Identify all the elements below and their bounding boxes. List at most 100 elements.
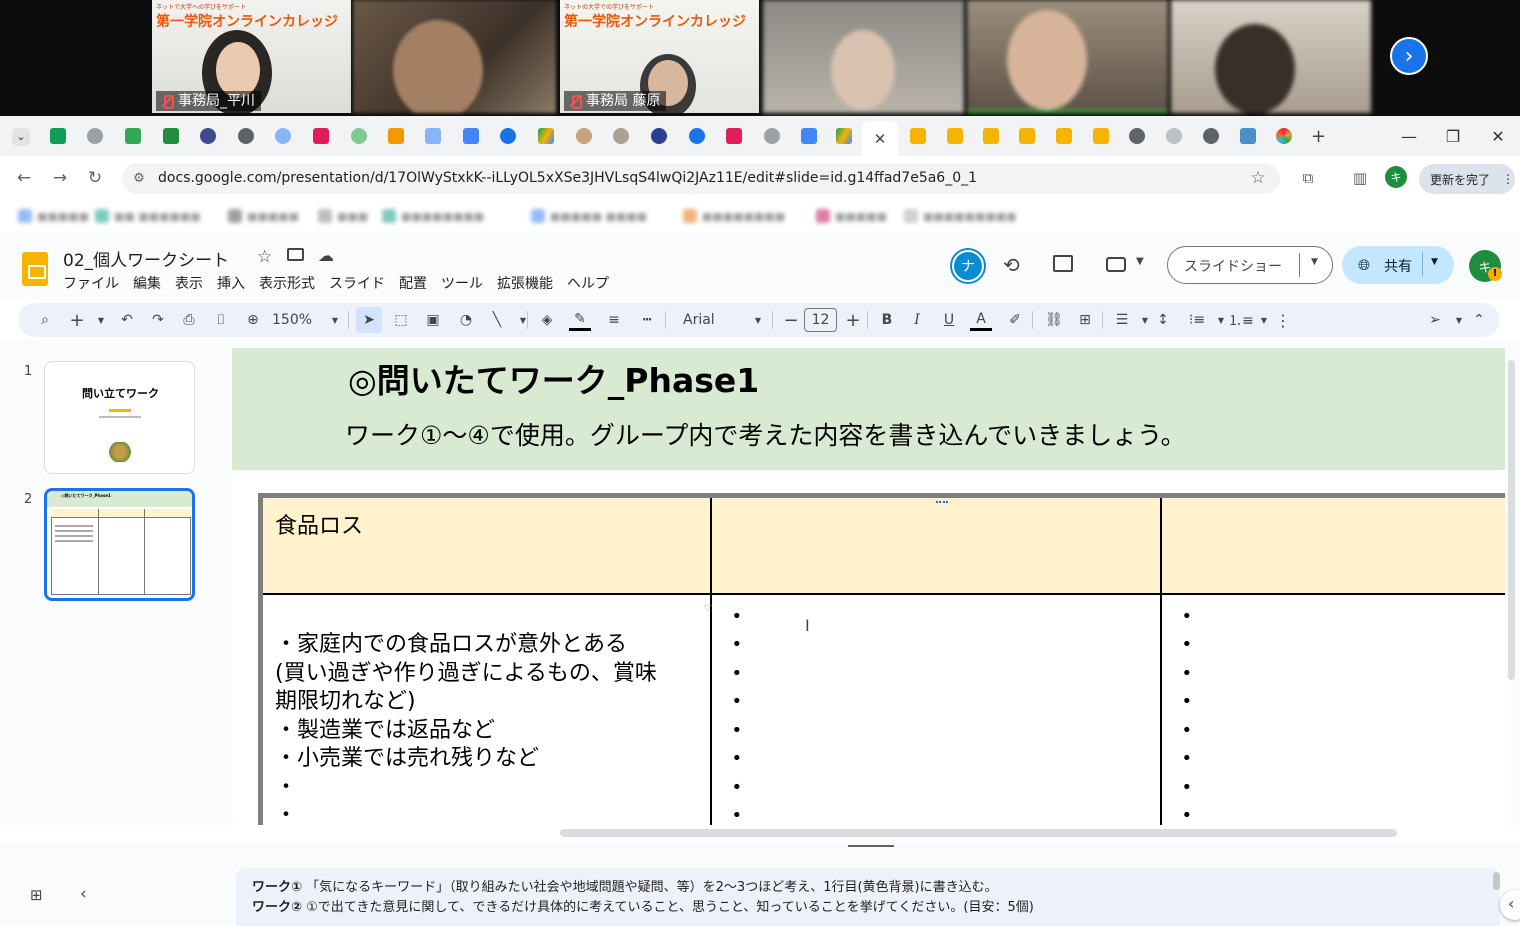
pen-mode-icon[interactable]: ➢ — [1424, 309, 1446, 331]
caret-down-icon[interactable]: ▼ — [512, 309, 534, 331]
border-color-icon[interactable]: ✎ — [569, 309, 591, 331]
slides-tab-icon[interactable] — [910, 128, 926, 144]
bookmark-item[interactable]: ■■■■■■■■■ — [904, 208, 1017, 224]
collapse-menus-icon[interactable]: ⌃ — [1468, 309, 1490, 331]
select-cursor-icon[interactable]: ➤ — [356, 307, 382, 333]
slide-canvas[interactable]: ◎問いたてワーク_Phase1 ワーク①〜④で使用。グループ内で考えた内容を書き… — [232, 340, 1520, 825]
bookmark-item[interactable]: ■■■■■ — [228, 208, 299, 224]
mail-tab-icon[interactable] — [163, 128, 179, 144]
sdgs-club-tab-icon[interactable] — [1240, 128, 1256, 144]
video-tile-participant-5[interactable] — [967, 0, 1168, 113]
increase-font-size-icon[interactable]: + — [842, 309, 864, 331]
slides-tab-icon[interactable] — [1019, 128, 1035, 144]
slides-tab-icon[interactable] — [983, 128, 999, 144]
active-tab-close-icon[interactable]: ✕ — [862, 121, 898, 156]
site-tab-icon[interactable] — [351, 128, 367, 144]
profile-avatar[interactable]: キ — [1385, 166, 1407, 188]
slide-title[interactable]: ◎問いたてワーク_Phase1 — [348, 354, 759, 402]
notes-scrollbar[interactable] — [1493, 872, 1500, 890]
new-tab-button[interactable]: + — [1311, 126, 1327, 147]
chrome-tab-icon[interactable] — [1203, 128, 1219, 144]
bookmark-item[interactable]: ■■■■■ ■■■■ — [531, 208, 647, 224]
slide-thumbnail-1[interactable]: 問い立てワーク — [44, 361, 195, 474]
menu-slide[interactable]: スライド — [329, 273, 385, 293]
more-options-icon[interactable]: ⋮ — [1272, 309, 1294, 331]
menu-edit[interactable]: 編集 — [133, 273, 161, 293]
restore-icon[interactable]: ❐ — [1438, 122, 1468, 150]
move-folder-icon[interactable] — [287, 248, 304, 261]
site-tab-icon[interactable] — [87, 128, 103, 144]
bookmark-item[interactable]: ■■■■■ — [816, 208, 887, 224]
print-icon[interactable]: ⎙ — [178, 309, 200, 331]
new-slide-icon[interactable]: + — [66, 309, 88, 331]
border-weight-icon[interactable]: ≡ — [603, 309, 625, 331]
extensions-icon[interactable]: ⧉ — [1296, 166, 1320, 190]
side-panel-icon[interactable]: ▥ — [1348, 166, 1372, 190]
share-button[interactable]: 🌐︎ 共有 ▼ — [1342, 246, 1454, 284]
italic-button[interactable]: I — [906, 309, 928, 331]
numbered-list-icon[interactable]: ⒈≡ — [1228, 309, 1254, 331]
site-info-icon[interactable]: ⚙ — [127, 166, 151, 190]
line-icon[interactable]: ╲ — [486, 309, 508, 331]
bookmark-item[interactable]: ■■■■■■■■ — [683, 208, 785, 224]
table-header-cell-keyword[interactable]: 食品ロス — [259, 494, 712, 595]
update-browser-button[interactable]: 更新を完了 ⋮ — [1419, 164, 1515, 194]
slide-2[interactable]: ◎問いたてワーク_Phase1 ワーク①〜④で使用。グループ内で考えた内容を書き… — [232, 348, 1505, 825]
bookmark-item[interactable]: ■■ ■■■■■■ — [95, 208, 201, 224]
underline-button[interactable]: U — [938, 309, 960, 331]
insert-link-icon[interactable]: ⛓ — [1043, 309, 1065, 331]
decrease-font-size-icon[interactable]: − — [780, 309, 802, 331]
sheets-tab-icon[interactable] — [50, 128, 66, 144]
text-box-icon[interactable]: ⬚ — [390, 309, 412, 331]
document-title[interactable]: 02_個人ワークシート — [63, 246, 229, 271]
fill-color-icon[interactable]: ◈ — [536, 309, 558, 331]
site-tab-icon[interactable] — [388, 128, 404, 144]
video-tile-hirakawa[interactable]: ネットで大学への学びをサポート 第一学院オンラインカレッジ 事務局_平川 — [152, 0, 351, 113]
slack-tab-icon[interactable] — [726, 128, 742, 144]
slides-tab-icon[interactable] — [947, 128, 963, 144]
image-icon[interactable]: ▣ — [422, 309, 444, 331]
menu-help[interactable]: ヘルプ — [567, 273, 609, 293]
site-tab-icon[interactable] — [200, 128, 216, 144]
grid-view-icon[interactable]: ⊞ — [30, 886, 43, 904]
calendar-tab-icon[interactable] — [463, 128, 479, 144]
comments-icon[interactable] — [1053, 255, 1073, 272]
table-header-cell-2[interactable] — [709, 494, 1162, 595]
menu-insert[interactable]: 挿入 — [217, 273, 245, 293]
notes-resize-handle[interactable] — [848, 845, 894, 847]
font-family-select[interactable]: Arial — [683, 309, 715, 331]
slides-tab-icon[interactable] — [1093, 128, 1109, 144]
vertical-scrollbar[interactable] — [1508, 360, 1515, 680]
site-tab-icon[interactable] — [576, 128, 592, 144]
zoom-value[interactable]: 150% — [272, 309, 312, 331]
cell-menu-caret-icon[interactable]: ▽ — [704, 604, 711, 614]
table-cell-details-1[interactable]: ・家庭内での食品ロスが意外とある (買い過ぎや作り過ぎによるもの、賞味 期限切れ… — [259, 592, 712, 825]
slide-subtitle[interactable]: ワーク①〜④で使用。グループ内で考えた内容を書き込んでいきましょう。 — [345, 416, 1186, 452]
caret-down-icon[interactable]: ▼ — [324, 309, 346, 331]
line-spacing-icon[interactable]: ↕ — [1152, 309, 1174, 331]
caret-down-icon[interactable]: ▼ — [1448, 309, 1470, 331]
align-icon[interactable]: ☰ — [1111, 309, 1133, 331]
shape-icon[interactable]: ◔ — [455, 309, 477, 331]
drive-tab-icon[interactable] — [836, 128, 852, 144]
table-header-cell-3[interactable] — [1159, 494, 1505, 595]
maps-tab-icon[interactable] — [1166, 128, 1182, 144]
video-tile-fujiwara[interactable]: ネットの大学での学びをサポート 第一学院オンラインカレッジ 事務局 藤原 — [560, 0, 759, 113]
back-icon[interactable]: ← — [12, 166, 36, 190]
minimize-icon[interactable]: — — [1394, 122, 1424, 150]
analytics-tab-icon[interactable] — [801, 128, 817, 144]
reload-icon[interactable]: ↻ — [83, 166, 107, 190]
table-cell-details-3[interactable]: • • • • • • • • — [1159, 592, 1505, 825]
work-table[interactable]: 食品ロス ・家庭内での食品ロスが意外とある (買い過ぎや作り過ぎによるもの、賞味… — [258, 493, 1505, 825]
menu-file[interactable]: ファイル — [63, 273, 119, 293]
url-text[interactable]: docs.google.com/presentation/d/17OlWyStx… — [158, 170, 977, 186]
bold-button[interactable]: B — [876, 309, 898, 331]
version-history-icon[interactable]: ⟲ — [1003, 253, 1020, 277]
caret-down-icon[interactable]: ▼ — [1136, 256, 1144, 267]
caret-down-icon[interactable]: ▼ — [1431, 257, 1438, 267]
horizontal-scrollbar[interactable] — [560, 829, 1397, 837]
undo-icon[interactable]: ↶ — [116, 309, 138, 331]
tab-list-icon[interactable]: ⌄ — [12, 128, 30, 146]
bookmark-item[interactable]: ■■■■■■■■ — [382, 208, 484, 224]
chrome-tab-icon[interactable] — [1129, 128, 1145, 144]
